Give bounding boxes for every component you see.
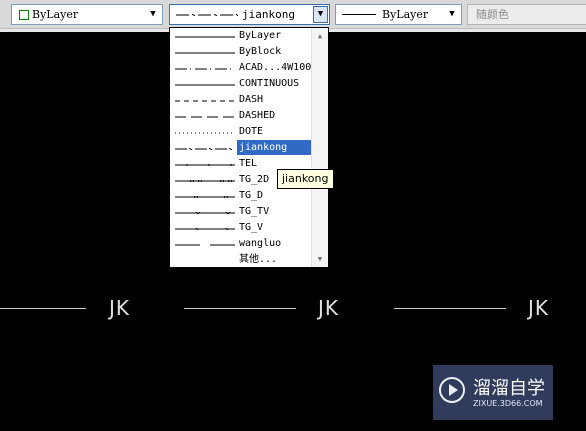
linetype-option-label: TG_TV (239, 206, 270, 217)
linetype-options: ByLayer ByBlock ACAD...4W100 CONTINUOUS DASH… (170, 28, 313, 268)
linetype-option-label: DOTE (239, 126, 264, 137)
linetype-option-label: ACAD...4W100 (239, 62, 312, 73)
lineweight-combobox-value: ByLayer (382, 8, 429, 21)
linetype-option-label: ByBlock (239, 46, 282, 57)
chevron-down-icon[interactable]: ▼ (313, 6, 328, 23)
linetype-option-label: 其他... (239, 254, 278, 265)
linetype-option[interactable]: 其他... (170, 252, 313, 268)
linetype-sample-icon (175, 196, 235, 198)
linetype-option-label: CONTINUOUS (239, 78, 300, 89)
linetype-sample-icon (175, 164, 235, 166)
linetype-sample-icon (175, 52, 235, 54)
lineweight-combobox[interactable]: ByLayer ▼ (335, 4, 462, 25)
linetype-option[interactable]: DASHED (170, 108, 313, 124)
lineweight-preview-icon (342, 14, 376, 15)
drawing-line (184, 308, 296, 309)
color-swatch-icon (19, 10, 29, 20)
linetype-option[interactable]: jiankong (170, 140, 313, 156)
linetype-sample-icon (175, 36, 235, 38)
linetype-option[interactable]: TG_TV (170, 204, 313, 220)
play-logo-icon (439, 377, 465, 403)
linetype-option-label: TEL (239, 158, 258, 169)
linetype-option-label: ByLayer (239, 30, 282, 41)
scroll-down-icon[interactable]: ▼ (312, 252, 328, 266)
linetype-option[interactable]: ByBlock (170, 44, 313, 60)
linetype-sample-icon (175, 116, 234, 118)
drawing-label: JK (109, 296, 131, 320)
drawing-label: JK (528, 296, 550, 320)
linetype-sample-icon (175, 100, 234, 102)
linetype-sample-icon (175, 228, 235, 230)
linetype-option[interactable]: CONTINUOUS (170, 76, 313, 92)
linetype-preview-icon (176, 14, 238, 16)
linetype-tooltip: jiankong (277, 169, 334, 189)
linetype-sample-icon (175, 148, 233, 150)
linetype-option-label: wangluo (239, 238, 282, 249)
linetype-option-label: TG_2D (239, 174, 270, 185)
linetype-combobox-value: jiankong (242, 8, 295, 21)
linetype-option-label: TG_V (239, 222, 264, 233)
linetype-sample-icon (175, 244, 235, 246)
linetype-option[interactable]: wangluo (170, 236, 313, 252)
linetype-sample-icon (175, 68, 231, 70)
linetype-option-label: DASHED (239, 110, 276, 121)
linetype-option[interactable]: TG_D (170, 188, 313, 204)
linetype-dropdown-list[interactable]: ByLayer ByBlock ACAD...4W100 CONTINUOUS DASH… (169, 27, 329, 268)
watermark-title: 溜溜自学 (473, 378, 545, 399)
scroll-up-icon[interactable]: ▲ (312, 29, 328, 43)
linetype-option[interactable]: ACAD...4W100 (170, 60, 313, 76)
watermark-url: ZIXUE.3D66.COM (473, 399, 543, 408)
plotstyle-combobox[interactable]: 随颜色 (467, 4, 586, 25)
linetype-sample-icon (175, 84, 235, 86)
linetype-option[interactable]: DASH (170, 92, 313, 108)
dropdown-scrollbar[interactable]: ▲ ▼ (311, 28, 328, 267)
linetype-sample-icon (175, 180, 235, 182)
linetype-sample-icon (175, 212, 235, 214)
watermark: 溜溜自学 ZIXUE.3D66.COM (433, 365, 553, 420)
color-combobox[interactable]: ByLayer ▼ (11, 4, 163, 25)
chevron-down-icon[interactable]: ▼ (146, 7, 160, 22)
linetype-option[interactable]: DOTE (170, 124, 313, 140)
linetype-combobox[interactable]: jiankong ▼ (169, 4, 330, 25)
linetype-option[interactable]: ByLayer (170, 28, 313, 44)
drawing-line (0, 308, 86, 309)
linetype-sample-icon (175, 260, 235, 262)
linetype-option-label: TG_D (239, 190, 264, 201)
drawing-label: JK (318, 296, 340, 320)
linetype-sample-icon (175, 132, 232, 134)
color-combobox-value: ByLayer (32, 8, 79, 21)
linetype-option-label: jiankong (237, 140, 311, 155)
drawing-line (394, 308, 506, 309)
linetype-option[interactable]: TG_V (170, 220, 313, 236)
chevron-down-icon[interactable]: ▼ (445, 7, 459, 22)
linetype-option-label: DASH (239, 94, 264, 105)
plotstyle-combobox-value: 随颜色 (476, 8, 509, 21)
